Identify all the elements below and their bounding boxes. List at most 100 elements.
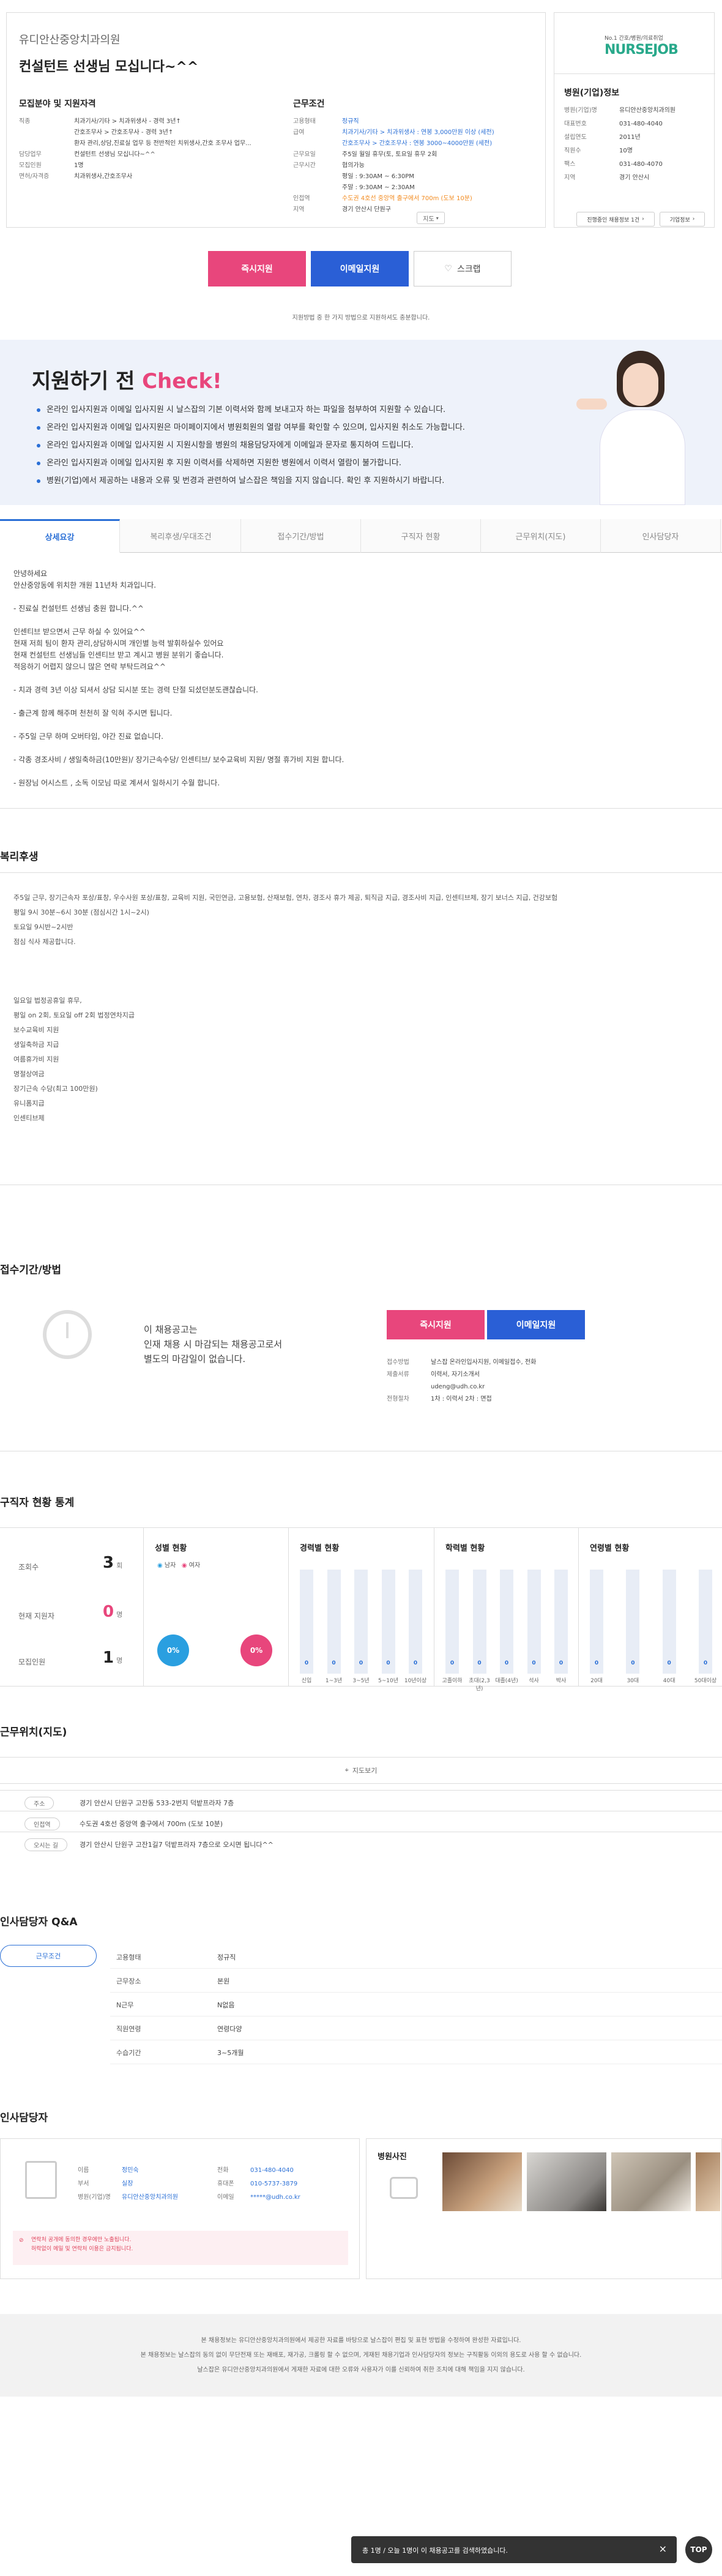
nursejob-logo[interactable]: No.1 간호/병원/의료취업 NURSEJOB: [554, 13, 715, 74]
info-value: 1차 : 이력서 2차 : 면접: [431, 1396, 492, 1402]
info-value: 간호조무사 > 간호조무사 : 연봉 3000~4000만원 (세전): [342, 140, 493, 147]
benefit-line: 명절상여금: [13, 1070, 45, 1078]
info-value: 1명: [74, 162, 84, 169]
bullet-icon: [37, 408, 40, 412]
tab-0[interactable]: 상세요강: [0, 519, 120, 553]
requirements-title: 모집분야 및 지원자격: [19, 99, 96, 109]
check-title-b: Check!: [142, 369, 222, 394]
qa-row-value: 연령다양: [217, 2025, 242, 2033]
hospital-photos-card: 병원사진: [366, 2138, 722, 2279]
email-apply-button[interactable]: 이메일지원: [311, 251, 409, 286]
check-item-text: 온라인 입사지원과 이메일 입사지원 후 지원 이력서를 삭제하면 지원한 병원…: [47, 459, 401, 468]
stat-bar: 0 신입: [300, 1570, 313, 1684]
stat-bar-value: 0: [631, 1660, 635, 1666]
view-map-button[interactable]: ⌖ 지도보기: [0, 1757, 722, 1784]
map-row-label: 주소: [24, 1797, 54, 1810]
info-row: 면허/자격증 치과위생사,간호조무사: [19, 172, 264, 182]
view-map-label: 지도보기: [352, 1767, 378, 1775]
applicants-unit: 명: [116, 1611, 123, 1619]
qa-row-label: N근무: [116, 2001, 134, 2009]
toast-text: 총 1명 / 오늘 1명이 이 채용공고를 검색하였습니다.: [362, 2547, 508, 2555]
reception-email-apply-button[interactable]: 이메일지원: [487, 1310, 585, 1339]
summary-line: 안녕하세요: [13, 569, 48, 578]
male-legend: 남자: [164, 1562, 176, 1569]
tab-1[interactable]: 복리후생/우대조건: [121, 519, 241, 553]
qa-row-label: 직원연령: [116, 2025, 141, 2033]
info-label: 인접역: [293, 195, 310, 202]
hospital-info-panel: No.1 간호/병원/의료취업 NURSEJOB 병원(기업)정보 병원(기업)…: [554, 12, 715, 228]
stat-bar-value: 0: [450, 1660, 455, 1666]
info-label: 대표번호: [564, 121, 587, 127]
qa-tab-conditions[interactable]: 근무조건: [0, 1945, 97, 1967]
company-info-button[interactable]: 기업정보 ›: [660, 212, 705, 227]
tab-4[interactable]: 근무위치(지도): [481, 519, 601, 553]
summary-line: [13, 673, 699, 684]
check-item: 병원(기업)에서 제공하는 내용과 오류 및 번경과 관련하여 날스잡은 책임을…: [37, 472, 465, 490]
scrap-button[interactable]: ♡ 스크랩: [414, 251, 512, 286]
summary-line: - 치과 경력 3년 이상 되셔서 상담 되시분 또는 경력 단절 되셨던분도괜…: [13, 686, 258, 694]
scrap-label: 스크랩: [456, 264, 481, 274]
info-value: 10명: [619, 148, 633, 154]
gender-stats: 성별 현황 ◉ 남자 ◉ 여자 0% 0%: [144, 1527, 289, 1687]
tab-3[interactable]: 구직자 현황: [361, 519, 481, 553]
tab-2[interactable]: 접수기간/방법: [241, 519, 361, 553]
hr-warning-2: 허락없이 메일 및 연락처 이용은 금지됩니다.: [31, 2246, 133, 2252]
benefits-title: 복리후생: [0, 851, 39, 863]
reception-text-line: 별도의 마감일이 없습니다.: [144, 1354, 246, 1365]
info-label: 모집인원: [19, 162, 42, 169]
summary-line: 적응하기 어렵지 않으니 많은 연락 부탁드려요^^: [13, 662, 166, 671]
info-row: 직원수 10명: [564, 146, 722, 156]
info-row: 근무시간 협의가능: [293, 161, 538, 171]
info-value: udeng@udh.co.kr: [431, 1383, 485, 1390]
reception-title: 접수기간/방법: [0, 1264, 62, 1276]
female-legend: 여자: [188, 1562, 201, 1569]
info-row: 환자 관리,상담,진료실 업무 등 전반적인 치위생사,간호 조무사 업무...: [19, 139, 264, 149]
footer-line: 날스잡은 유디안산중앙치과의원에서 게재한 자료에 대한 오류와 사용자가 이를…: [197, 2367, 525, 2373]
benefit-line: [13, 964, 705, 979]
career-stats: 경력별 현황 0 신입 0 1~3년 0 3~5년 0 5~10년 0 10년이상: [289, 1527, 434, 1687]
info-row: 접수방법 날스잡 온라인입사지원, 이메일접수, 전화: [387, 1358, 631, 1368]
info-value: 협의가능: [342, 162, 365, 169]
reception-quick-apply-button[interactable]: 즉시지원: [387, 1310, 485, 1339]
active-jobs-label: 진행중인 채용정보 1건: [587, 217, 640, 223]
info-label: 근무시간: [293, 162, 316, 169]
info-label: 제출서류: [387, 1371, 409, 1378]
info-value: 실장: [122, 2181, 133, 2187]
logo-wordmark: NURSEJOB: [605, 42, 679, 58]
scroll-top-button[interactable]: TOP: [685, 2536, 712, 2563]
info-value: 날스잡 온라인입사지원, 이메일접수, 전화: [431, 1359, 537, 1366]
female-percent: 0%: [240, 1634, 272, 1666]
info-value: 이력서, 자기소개서: [431, 1371, 480, 1378]
hospital-photo[interactable]: [442, 2152, 522, 2211]
quick-apply-button[interactable]: 즉시지원: [208, 251, 306, 286]
summary-line: [13, 696, 699, 708]
gender-title: 성별 현황: [155, 1544, 187, 1553]
company-name[interactable]: 유디안산중앙치과의원: [19, 31, 121, 47]
active-jobs-button[interactable]: 진행중인 채용정보 1건 ›: [576, 212, 655, 227]
qa-row-label: 고용형태: [116, 1953, 141, 1961]
check-item: 온라인 입사지원과 이메일 입사지원 시 날스잡의 기본 이력서와 함께 보내고…: [37, 401, 465, 419]
map-button[interactable]: 지도 ▾: [417, 212, 445, 224]
info-value: 010-5737-3879: [250, 2181, 298, 2187]
map-row-value: 경기 안산시 단원구 고잔동 533-2번지 덕밭프라자 7층: [80, 1799, 234, 1807]
map-row: 오시는 길 경기 안산시 단원구 고잔1길7 덕밭프라자 7층으로 오시면 됩니다…: [0, 1832, 722, 1852]
summary-line: 현재 컨설턴트 선생님들 인센티브 받고 계시고 병원 분위기 좋습니다.: [13, 651, 224, 659]
stat-bar-value: 0: [477, 1660, 482, 1666]
close-icon[interactable]: ×: [659, 2543, 667, 2555]
hospital-photo[interactable]: [611, 2152, 691, 2211]
footer-line: 본 채용정보는 유디안산중앙치과의원에서 제공한 자료를 바탕으로 날스잡이 편…: [201, 2337, 521, 2344]
check-item-text: 온라인 입사지원과 이메일 입사지원은 마이페이지에서 병원회원의 열람 여부를…: [47, 423, 465, 432]
check-item-text: 온라인 입사지원과 이메일 입사지원 시 날스잡의 기본 이력서와 함께 보내고…: [47, 405, 446, 414]
tab-5[interactable]: 인사담당자: [601, 519, 721, 553]
education-stats: 학력별 현황 0 고졸이하 0 초대(2,3년) 0 대졸(4년) 0 석사 0 박사: [434, 1527, 579, 1692]
info-label: 병원(기업)명: [564, 107, 597, 114]
qa-row-label: 근무장소: [116, 1977, 141, 1985]
info-label: 고용형태: [293, 118, 316, 125]
stat-bar-label: 30대: [627, 1678, 639, 1684]
hospital-photo[interactable]: [527, 2152, 606, 2211]
hospital-photo[interactable]: [696, 2152, 720, 2211]
applicants-label: 현재 지원자: [18, 1612, 55, 1620]
qa-row-value: 정규직: [217, 1953, 236, 1961]
info-row: 간호조무사 > 간호조무사 : 연봉 3000~4000만원 (세전): [293, 139, 538, 149]
job-header: 유디안산중앙치과의원 컨설턴트 선생님 모십니다~^^ 모집분야 및 지원자격 …: [6, 12, 715, 254]
